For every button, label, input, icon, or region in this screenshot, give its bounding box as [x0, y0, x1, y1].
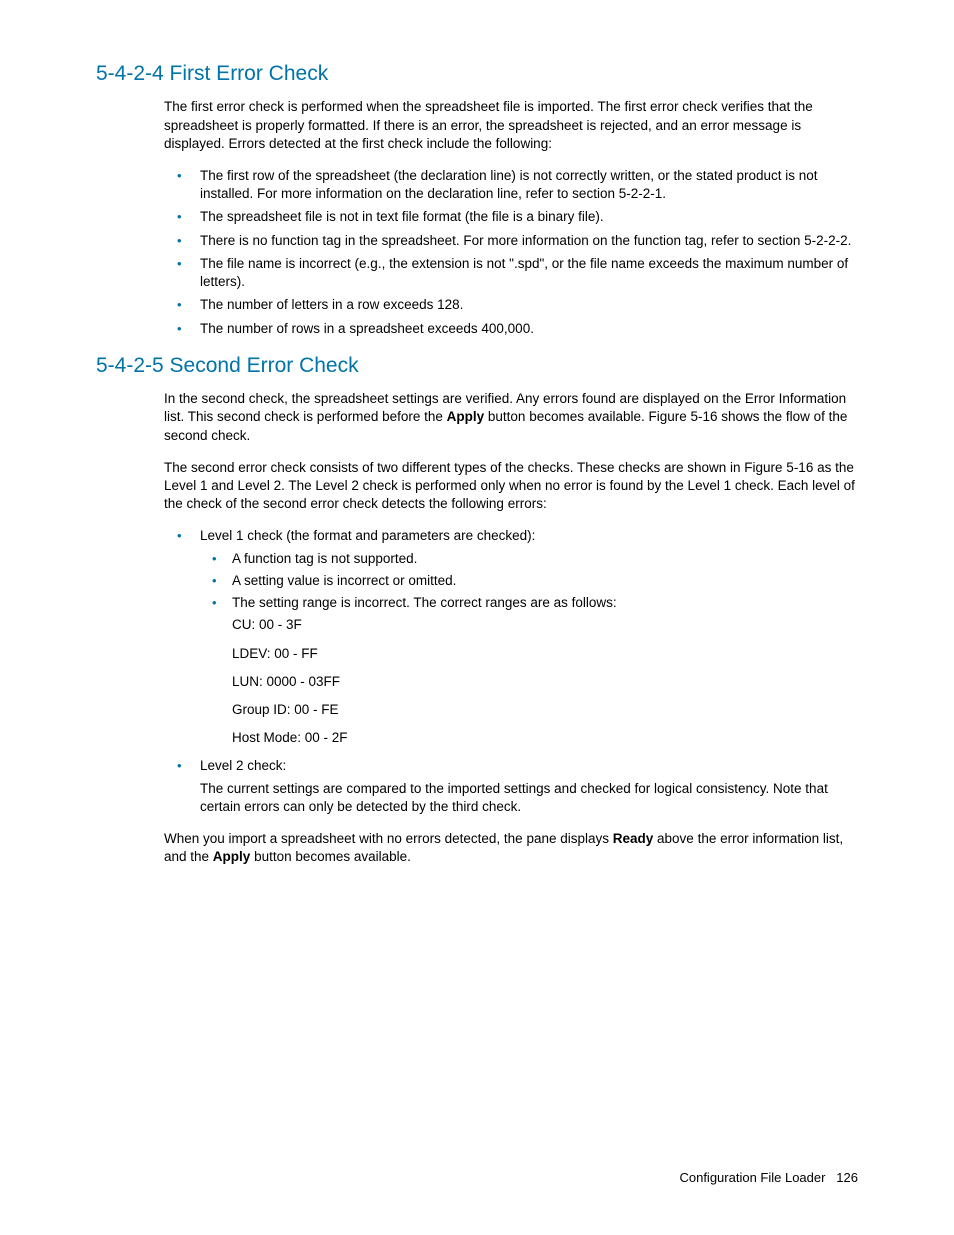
range-line: LDEV: 00 - FF	[232, 645, 858, 663]
list-item: The setting range is incorrect. The corr…	[200, 594, 858, 747]
section2-paragraph: The second error check consists of two d…	[164, 459, 858, 514]
list-item: The file name is incorrect (e.g., the ex…	[164, 255, 858, 291]
text-run: The setting range is incorrect. The corr…	[232, 595, 617, 610]
page-footer: Configuration File Loader 126	[679, 1169, 858, 1187]
section-heading-first-error-check: 5-4-2-4 First Error Check	[96, 60, 858, 88]
range-line: Host Mode: 00 - 2F	[232, 729, 858, 747]
list-item: There is no function tag in the spreadsh…	[164, 232, 858, 250]
text-run: When you import a spreadsheet with no er…	[164, 831, 613, 846]
text-run: button becomes available.	[250, 849, 411, 864]
range-line: Group ID: 00 - FE	[232, 701, 858, 719]
list-item: The first row of the spreadsheet (the de…	[164, 167, 858, 203]
apply-bold: Apply	[447, 409, 485, 424]
footer-title: Configuration File Loader	[679, 1170, 825, 1185]
range-line: CU: 00 - 3F	[232, 616, 858, 634]
list-item: The number of letters in a row exceeds 1…	[164, 296, 858, 314]
list-item: A function tag is not supported.	[200, 550, 858, 568]
level1-sublist: A function tag is not supported. A setti…	[200, 550, 858, 748]
level1-label: Level 1 check (the format and parameters…	[200, 528, 535, 543]
section1-list: The first row of the spreadsheet (the de…	[164, 167, 858, 338]
ready-bold: Ready	[613, 831, 654, 846]
range-line: LUN: 0000 - 03FF	[232, 673, 858, 691]
list-item: Level 1 check (the format and parameters…	[164, 527, 858, 747]
section1-intro-paragraph: The first error check is performed when …	[164, 98, 858, 153]
section2-closing-paragraph: When you import a spreadsheet with no er…	[164, 830, 858, 866]
list-item: The number of rows in a spreadsheet exce…	[164, 320, 858, 338]
list-item: The spreadsheet file is not in text file…	[164, 208, 858, 226]
section2-list: Level 1 check (the format and parameters…	[164, 527, 858, 816]
list-item: Level 2 check: The current settings are …	[164, 757, 858, 816]
section-heading-second-error-check: 5-4-2-5 Second Error Check	[96, 352, 858, 380]
level2-label: Level 2 check:	[200, 758, 286, 773]
section2-paragraph: In the second check, the spreadsheet set…	[164, 390, 858, 445]
page-number: 126	[836, 1170, 858, 1185]
apply-bold: Apply	[213, 849, 251, 864]
list-item: A setting value is incorrect or omitted.	[200, 572, 858, 590]
range-block: CU: 00 - 3F LDEV: 00 - FF LUN: 0000 - 03…	[232, 616, 858, 747]
level2-text: The current settings are compared to the…	[200, 780, 858, 816]
